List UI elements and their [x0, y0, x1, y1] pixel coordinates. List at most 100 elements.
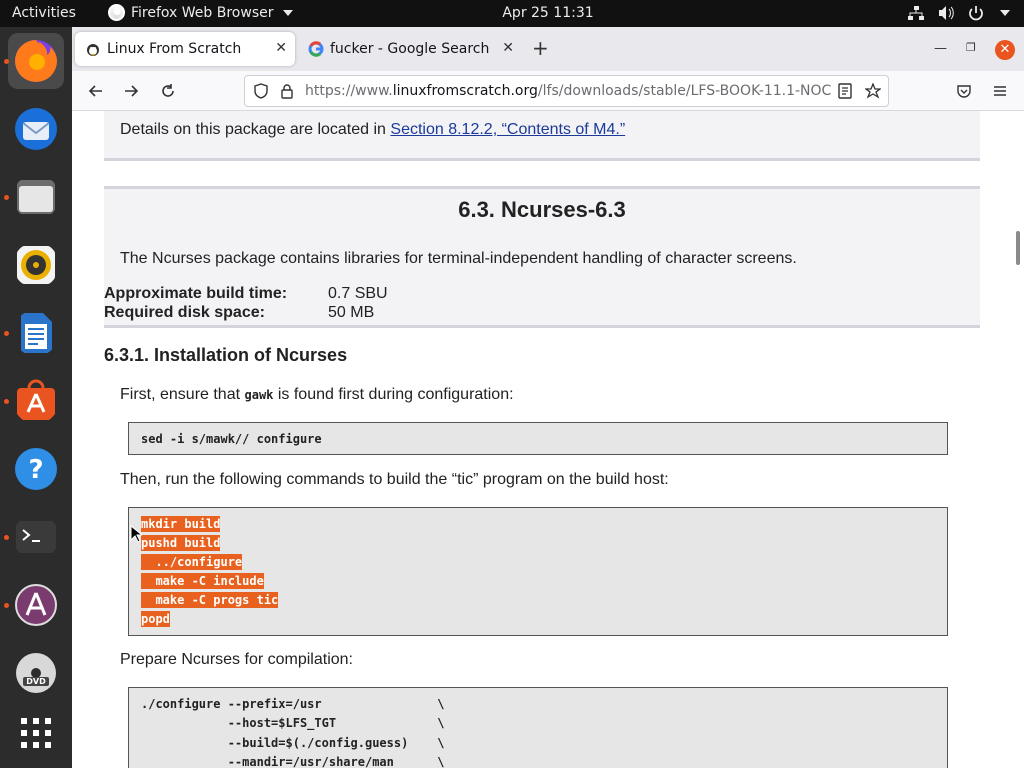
reload-button[interactable]	[156, 79, 180, 103]
back-button[interactable]	[84, 79, 108, 103]
show-applications-button[interactable]	[8, 705, 64, 761]
power-icon	[969, 6, 983, 21]
dock-libreoffice-writer[interactable]	[8, 305, 64, 361]
tracking-shield-icon[interactable]	[253, 83, 269, 99]
lock-icon[interactable]	[279, 83, 295, 99]
gnome-top-bar: Activities Firefox Web Browser Apr 25 11…	[0, 0, 1024, 27]
system-tray[interactable]	[907, 5, 1010, 21]
configure-code-block[interactable]: ./configure --prefix=/usr \ --host=$LFS_…	[128, 687, 948, 768]
code-line-selected: pushd build	[141, 535, 221, 551]
gawk-prefix: First, ensure that	[120, 386, 245, 403]
running-indicator	[4, 195, 9, 200]
code-line: --mandir=/usr/share/man \	[141, 755, 445, 768]
disk-space-label: Required disk space:	[104, 304, 265, 321]
forward-button[interactable]	[119, 79, 143, 103]
tab-google-search[interactable]: fucker - Google Search ✕	[298, 32, 522, 66]
reload-icon	[162, 84, 174, 97]
bookmark-star-icon[interactable]	[865, 83, 881, 99]
ncurses-package-box: 6.3. Ncurses-6.3 The Ncurses package con…	[104, 186, 980, 328]
gawk-suffix: is found first during configuration:	[273, 386, 514, 403]
mouse-cursor-icon	[130, 525, 142, 543]
gawk-code: gawk	[244, 388, 274, 402]
running-indicator	[4, 399, 9, 404]
build-time-value: 0.7 SBU	[328, 285, 388, 302]
pocket-icon	[957, 85, 971, 98]
running-indicator	[4, 603, 9, 608]
details-link[interactable]: Section 8.12.2, “Contents of M4.”	[390, 121, 625, 138]
volume-icon	[939, 6, 954, 20]
code-line-selected: mkdir build	[141, 516, 221, 532]
firefox-icon	[15, 40, 57, 82]
hamburger-icon	[994, 86, 1006, 96]
app-center-icon	[15, 584, 57, 626]
dock-thunderbird[interactable]	[8, 101, 64, 157]
scrollbar-thumb[interactable]	[1016, 231, 1020, 265]
tab-title: fucker - Google Search	[330, 41, 490, 57]
chevron-down-icon	[1000, 10, 1010, 16]
previous-package-box: Details on this package are located in S…	[104, 111, 980, 161]
code-line: --host=$LFS_TGT \	[141, 716, 445, 730]
svg-text:?: ?	[28, 455, 43, 485]
code-line: ./configure --prefix=/usr \	[141, 697, 445, 711]
close-tab-icon[interactable]: ✕	[502, 40, 514, 56]
dock: ? DVD	[0, 27, 72, 768]
code-line-selected: ../configure	[141, 554, 243, 570]
minimize-button[interactable]: —	[934, 41, 947, 56]
url-domain: linuxfromscratch.org	[392, 83, 538, 99]
firefox-window: Linux From Scratch ✕ fucker - Google Sea…	[72, 27, 1024, 768]
package-description: The Ncurses package contains libraries f…	[120, 250, 797, 267]
dock-rhythmbox[interactable]	[8, 237, 64, 293]
url-bar[interactable]: https://www.linuxfromscratch.org/lfs/dow…	[244, 75, 889, 107]
running-indicator	[4, 535, 9, 540]
arrow-right-icon	[125, 85, 139, 97]
grid-icon	[21, 718, 51, 748]
code-line-selected: make -C include	[141, 573, 264, 589]
code-line-selected: popd	[141, 611, 170, 627]
dock-app-center[interactable]	[8, 577, 64, 633]
clock[interactable]: Apr 25 11:31	[0, 5, 1024, 21]
dock-terminal[interactable]	[8, 509, 64, 565]
code-line: sed -i s/mawk// configure	[141, 432, 322, 446]
network-icon	[908, 6, 924, 20]
code-line: --build=$(./config.guess) \	[141, 736, 445, 750]
new-tab-button[interactable]: +	[532, 38, 549, 58]
url-text[interactable]: https://www.linuxfromscratch.org/lfs/dow…	[305, 83, 831, 99]
svg-text:DVD: DVD	[26, 677, 46, 686]
dock-files[interactable]	[8, 169, 64, 225]
reader-view-icon[interactable]	[837, 83, 853, 99]
dvd-icon: DVD	[16, 653, 56, 693]
url-path: /lfs/downloads/stable/LFS-BOOK-11.1-NOCH…	[537, 83, 831, 99]
build-time-label: Approximate build time:	[104, 285, 288, 302]
code-line-selected: make -C progs tic	[141, 592, 279, 608]
tab-linux-from-scratch[interactable]: Linux From Scratch ✕	[75, 32, 295, 66]
disk-space-value: 50 MB	[328, 304, 375, 321]
app-menu-button[interactable]	[988, 79, 1012, 103]
terminal-icon	[16, 521, 56, 553]
close-window-button[interactable]: ✕	[995, 40, 1015, 60]
files-icon	[17, 180, 55, 214]
dock-firefox[interactable]	[8, 33, 64, 89]
tab-bar: Linux From Scratch ✕ fucker - Google Sea…	[72, 27, 1024, 71]
details-prefix: Details on this package are located in	[120, 121, 391, 138]
details-text: Details on this package are located in S…	[120, 121, 625, 139]
sed-code-block[interactable]: sed -i s/mawk// configure	[128, 422, 948, 455]
tab-title: Linux From Scratch	[107, 41, 242, 57]
section-title: 6.3. Ncurses-6.3	[458, 197, 626, 222]
pocket-button[interactable]	[952, 79, 976, 103]
page-content: Details on this package are located in S…	[72, 111, 1024, 768]
gawk-instruction: First, ensure that gawk is found first d…	[120, 386, 514, 404]
dock-ubuntu-software[interactable]	[8, 373, 64, 429]
running-indicator	[4, 331, 9, 336]
installation-heading: 6.3.1. Installation of Ncurses	[104, 345, 348, 365]
dock-help[interactable]: ?	[8, 441, 64, 497]
running-indicator	[4, 59, 9, 64]
close-tab-icon[interactable]: ✕	[275, 40, 287, 56]
tic-instruction: Then, run the following commands to buil…	[120, 471, 669, 488]
help-icon: ?	[15, 448, 57, 490]
writer-icon	[21, 313, 52, 353]
maximize-button[interactable]: ❐	[966, 41, 976, 54]
dock-dvd[interactable]: DVD	[8, 645, 64, 701]
thunderbird-icon	[15, 108, 57, 150]
prepare-instruction: Prepare Ncurses for compilation:	[120, 651, 353, 668]
tic-code-block[interactable]: mkdir build pushd build ../configure mak…	[128, 507, 948, 636]
